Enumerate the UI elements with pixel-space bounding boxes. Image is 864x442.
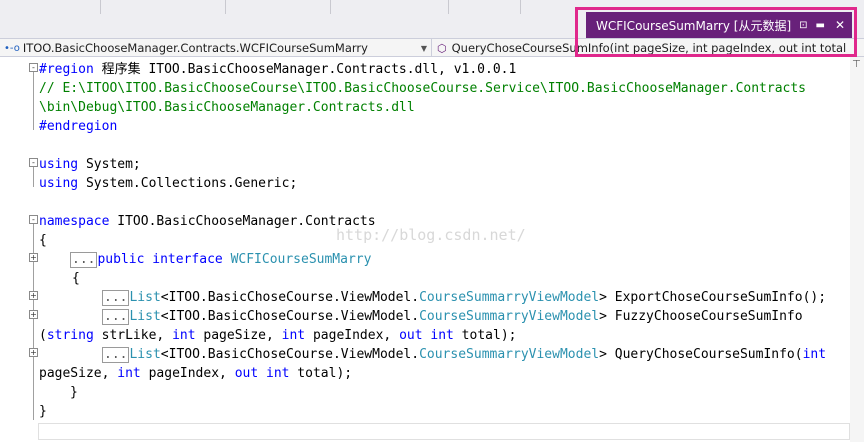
code-line: ... List<ITOO.BasicChoseCourse.ViewModel.… — [102, 347, 827, 363]
document-tab-title: WCFICourseSumMarry [从元数据] — [596, 18, 792, 33]
code-line: #region 程序集 ITOO.BasicChooseManager.Cont… — [39, 62, 517, 77]
toolbar-divider — [330, 0, 331, 14]
toolbar-divider — [100, 0, 101, 14]
code-line: ... public interface WCFICourseSumMarry — [70, 252, 372, 268]
expand-icon[interactable]: + — [29, 253, 38, 262]
close-icon[interactable]: ✕ — [835, 18, 845, 32]
collapsed-region[interactable]: ... — [70, 252, 98, 268]
code-line: ... List<ITOO.BasicChoseCourse.ViewModel.… — [102, 290, 827, 306]
code-editor[interactable]: - - - + + + + #region 程序集 ITOO.BasicChoo… — [0, 57, 850, 442]
collapse-icon[interactable]: - — [29, 215, 38, 224]
code-line: { — [72, 271, 80, 286]
editor-gutter — [0, 57, 14, 442]
watermark: http://blog.csdn.net/ — [336, 226, 526, 244]
code-line: using System.Collections.Generic; — [39, 176, 298, 191]
type-dropdown-value: ITOO.BasicChooseManager.Contracts.WCFICo… — [22, 41, 368, 55]
collapsed-region[interactable]: ... — [102, 347, 130, 363]
expand-icon[interactable]: + — [29, 310, 38, 319]
code-line: { — [39, 233, 47, 248]
expand-icon[interactable]: + — [29, 348, 38, 357]
outline-guide — [33, 72, 34, 130]
document-tab[interactable]: WCFICourseSumMarry [从元数据] ⊡ ▬ ✕ — [586, 12, 852, 38]
method-icon: ⬡ — [437, 41, 447, 55]
toolbar-divider — [520, 0, 521, 14]
collapse-icon[interactable]: - — [29, 63, 38, 72]
code-line: (string strLike, int pageSize, int pageI… — [39, 328, 517, 343]
split-icon[interactable]: ⊤ — [852, 59, 861, 70]
code-line: using System; — [39, 157, 141, 172]
type-dropdown[interactable]: •-o ITOO.BasicChooseManager.Contracts.WC… — [0, 39, 432, 57]
class-icon: •-o — [4, 42, 20, 54]
code-line: } — [70, 385, 78, 400]
current-line-highlight — [38, 423, 850, 440]
code-line: \bin\Debug\ITOO.BasicChooseManager.Contr… — [39, 100, 415, 115]
code-line: namespace ITOO.BasicChooseManager.Contra… — [39, 214, 376, 229]
member-dropdown[interactable]: ⬡ QueryChoseCourseSumInfo(int pageSize, … — [434, 39, 864, 57]
dock-icon[interactable]: ▬ — [816, 20, 825, 31]
collapse-icon[interactable]: - — [29, 158, 38, 167]
member-dropdown-value: QueryChoseCourseSumInfo(int pageSize, in… — [451, 41, 847, 55]
expand-icon[interactable]: + — [29, 291, 38, 300]
code-line: pageSize, int pageIndex, out int total); — [39, 366, 353, 381]
collapsed-region[interactable]: ... — [102, 290, 130, 306]
chevron-down-icon: ▼ — [420, 43, 427, 53]
toolbar-divider — [448, 0, 449, 14]
collapsed-region[interactable]: ... — [102, 309, 130, 325]
outline-guide — [33, 167, 34, 187]
code-line: // E:\ITOO\ITOO.BasicChooseCourse\ITOO.B… — [39, 81, 807, 96]
toolbar-divider — [225, 0, 226, 14]
navigation-bar: •-o ITOO.BasicChooseManager.Contracts.WC… — [0, 38, 864, 57]
vertical-scrollbar[interactable]: ⊤ — [850, 57, 864, 442]
pin-icon[interactable]: ⊡ — [799, 20, 807, 31]
code-line: ... List<ITOO.BasicChoseCourse.ViewModel.… — [102, 309, 803, 325]
code-line: #endregion — [39, 119, 118, 134]
code-line: } — [39, 404, 47, 419]
